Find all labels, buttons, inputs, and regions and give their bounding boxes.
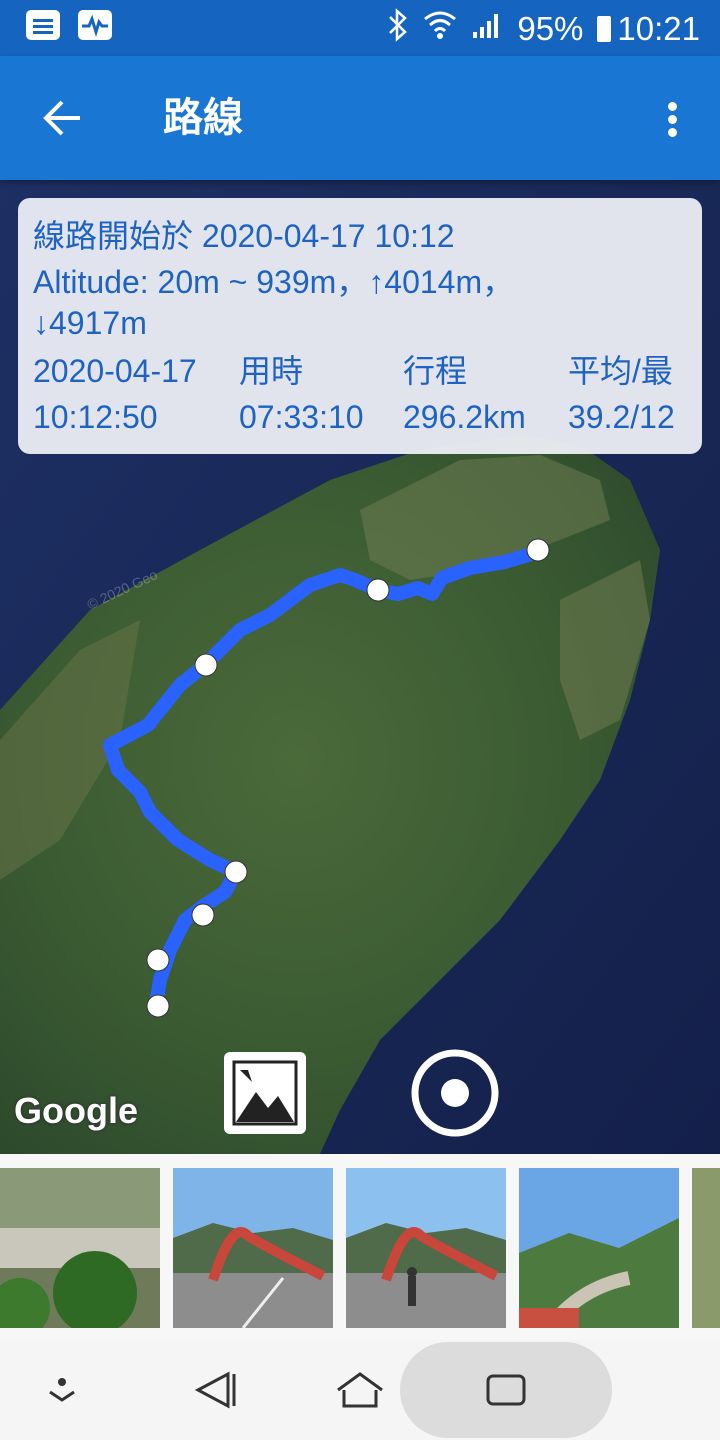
- route-marker: [146, 948, 170, 972]
- river-valley-photo[interactable]: [519, 1168, 679, 1328]
- google-logo: Google: [14, 1090, 138, 1131]
- stat-start-time: 10:12:50: [33, 399, 158, 435]
- stat-duration-label: 用時: [239, 353, 304, 389]
- status-bar: 95% 10:21: [0, 0, 720, 56]
- wifi-icon: [423, 9, 457, 49]
- cliff-road-photo[interactable]: [0, 1168, 160, 1328]
- route-marker: [224, 860, 248, 884]
- nav-back-icon: [194, 1371, 236, 1409]
- route-marker: [194, 653, 218, 677]
- red-bridge-person-photo[interactable]: [346, 1168, 506, 1328]
- route-marker: [366, 578, 390, 602]
- battery-icon: [597, 16, 612, 42]
- route-info-card: 線路開始於 2020-04-17 10:12 Altitude: 20m ~ 9…: [18, 198, 702, 454]
- location-target-icon: [411, 1049, 499, 1137]
- back-button[interactable]: [32, 86, 96, 150]
- stat-distance-label: 行程: [403, 353, 468, 389]
- more-vert-icon: [668, 102, 677, 111]
- nav-home-button[interactable]: [330, 1360, 390, 1420]
- signal-icon: [471, 10, 503, 48]
- battery-percent: 95%: [517, 10, 584, 47]
- nav-expand-icon: [49, 1378, 75, 1402]
- notes-icon: [26, 10, 60, 40]
- arrow-back-icon: [43, 100, 80, 136]
- route-marker: [146, 994, 170, 1018]
- page-title: 路線: [163, 95, 243, 141]
- system-nav-bar: [0, 1340, 720, 1440]
- red-bridge-photo[interactable]: [173, 1168, 333, 1328]
- stat-date-label: 2020-04-17: [33, 353, 197, 389]
- nav-home-icon: [337, 1372, 383, 1408]
- stat-duration-value: 07:33:10: [239, 399, 364, 435]
- stat-speed-label: 平均/最: [568, 353, 673, 389]
- activity-icon: [78, 10, 112, 40]
- route-marker: [526, 538, 550, 562]
- more-options-button[interactable]: [648, 86, 696, 150]
- partial-photo[interactable]: [692, 1168, 720, 1328]
- photo-thumbnail-strip[interactable]: [0, 1154, 720, 1340]
- stat-speed-value: 39.2/12: [568, 399, 675, 435]
- stat-distance-value: 296.2km: [403, 399, 526, 435]
- nav-recents-icon: [486, 1374, 526, 1406]
- altitude-text: Altitude: 20m ~ 939m，↑4014m，: [33, 264, 515, 300]
- nav-recents-button[interactable]: [476, 1360, 536, 1420]
- descent-text: ↓4917m: [33, 305, 147, 341]
- clock: 10:21: [617, 10, 700, 47]
- nav-back-button[interactable]: [184, 1360, 244, 1420]
- route-start-text: 線路開始於 2020-04-17 10:12: [33, 218, 455, 254]
- route-marker: [191, 903, 215, 927]
- photo-gallery-button[interactable]: [224, 1052, 306, 1134]
- my-location-button[interactable]: [410, 1048, 500, 1138]
- bluetooth-icon: [387, 8, 409, 50]
- app-bar: 路線: [0, 56, 720, 180]
- image-icon: [230, 1058, 300, 1128]
- nav-expand-button[interactable]: [32, 1360, 92, 1420]
